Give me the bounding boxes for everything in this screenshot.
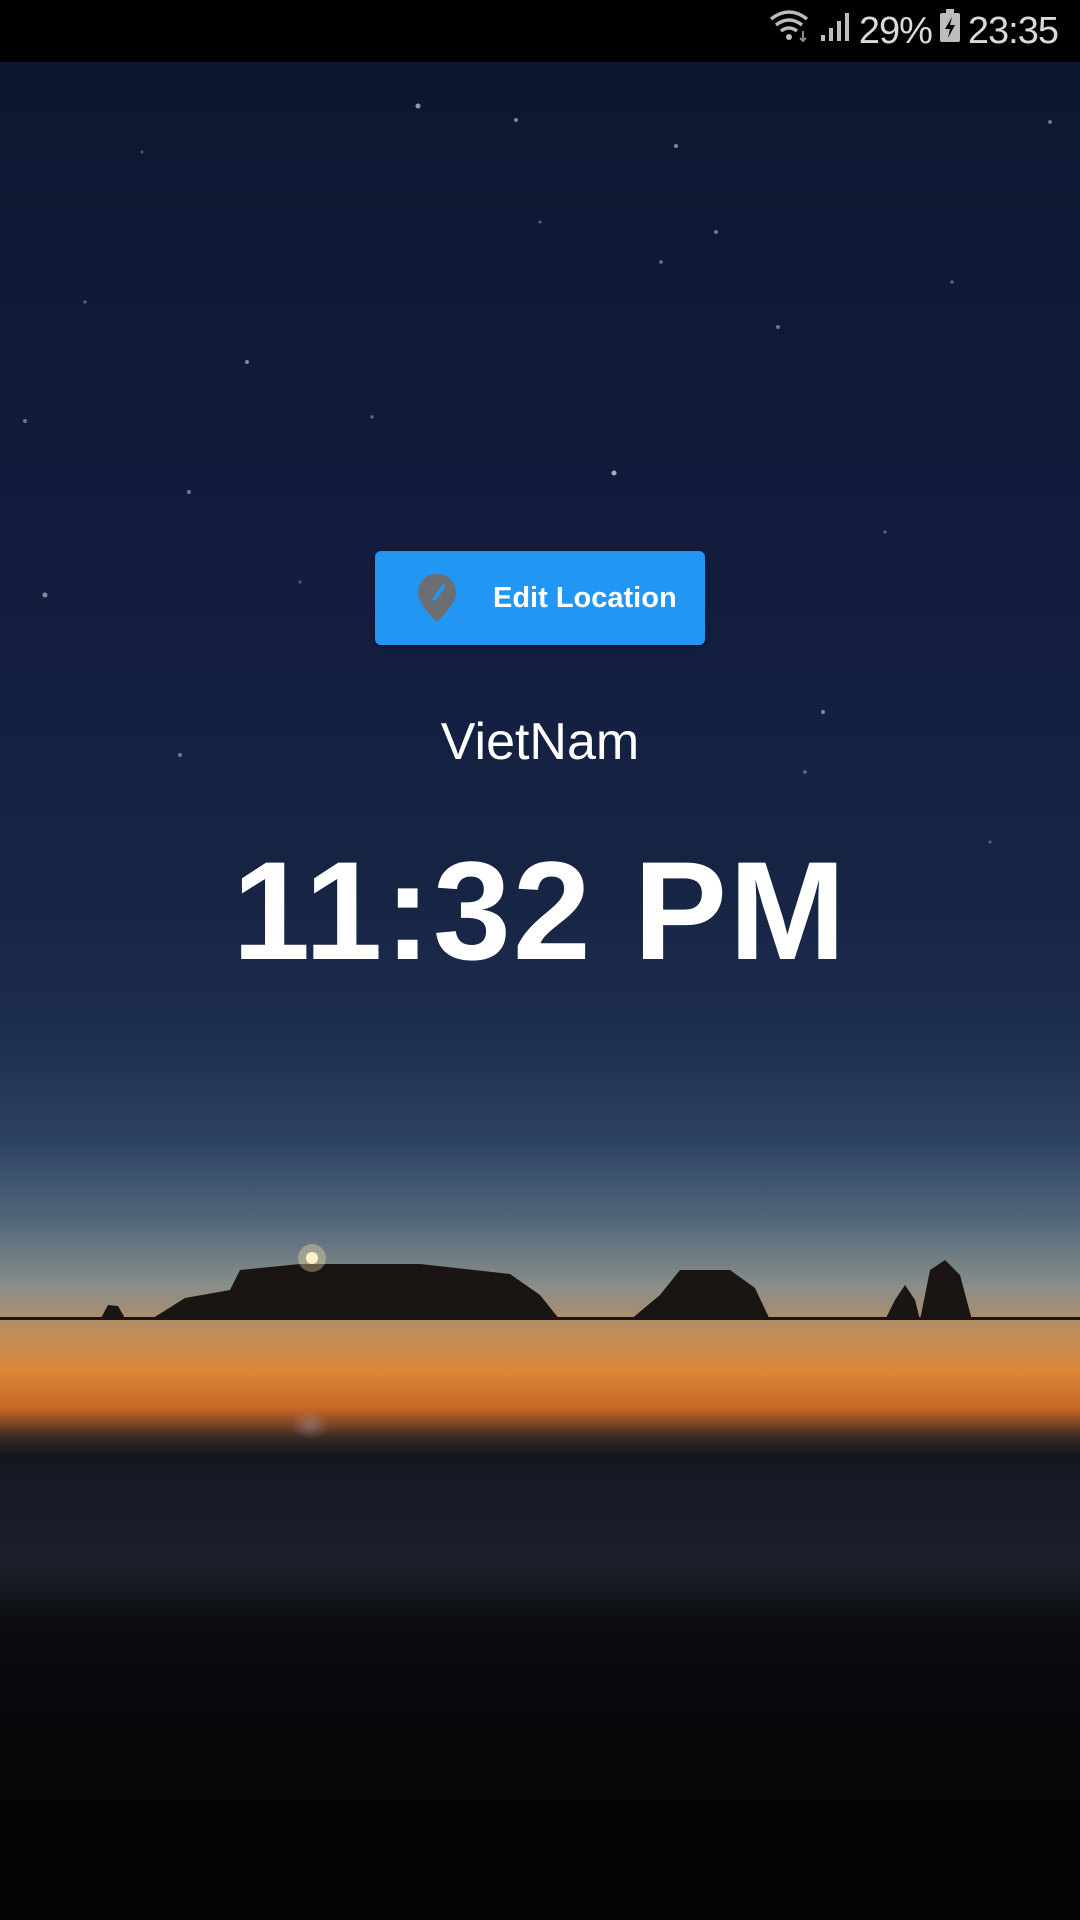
- status-bar: 29% 23:35: [0, 0, 1080, 62]
- status-clock: 23:35: [967, 9, 1059, 52]
- battery-percent: 29%: [858, 9, 933, 52]
- edit-location-label: Edit Location: [493, 581, 677, 614]
- edit-location-button[interactable]: Edit Location: [375, 551, 705, 645]
- signal-icon: [819, 9, 853, 53]
- island-silhouette: [0, 1244, 1080, 1320]
- water-reflection: [290, 1410, 330, 1440]
- time-display: 11:32 PM: [232, 832, 848, 989]
- wifi-icon: [769, 9, 813, 53]
- battery-charging-icon: [938, 8, 962, 54]
- world-time-screen: 29% 23:35 Edit Location VietNam 11:32 PM: [0, 0, 1080, 1920]
- location-pin-edit-icon: [415, 572, 459, 624]
- location-name: VietNam: [440, 713, 640, 771]
